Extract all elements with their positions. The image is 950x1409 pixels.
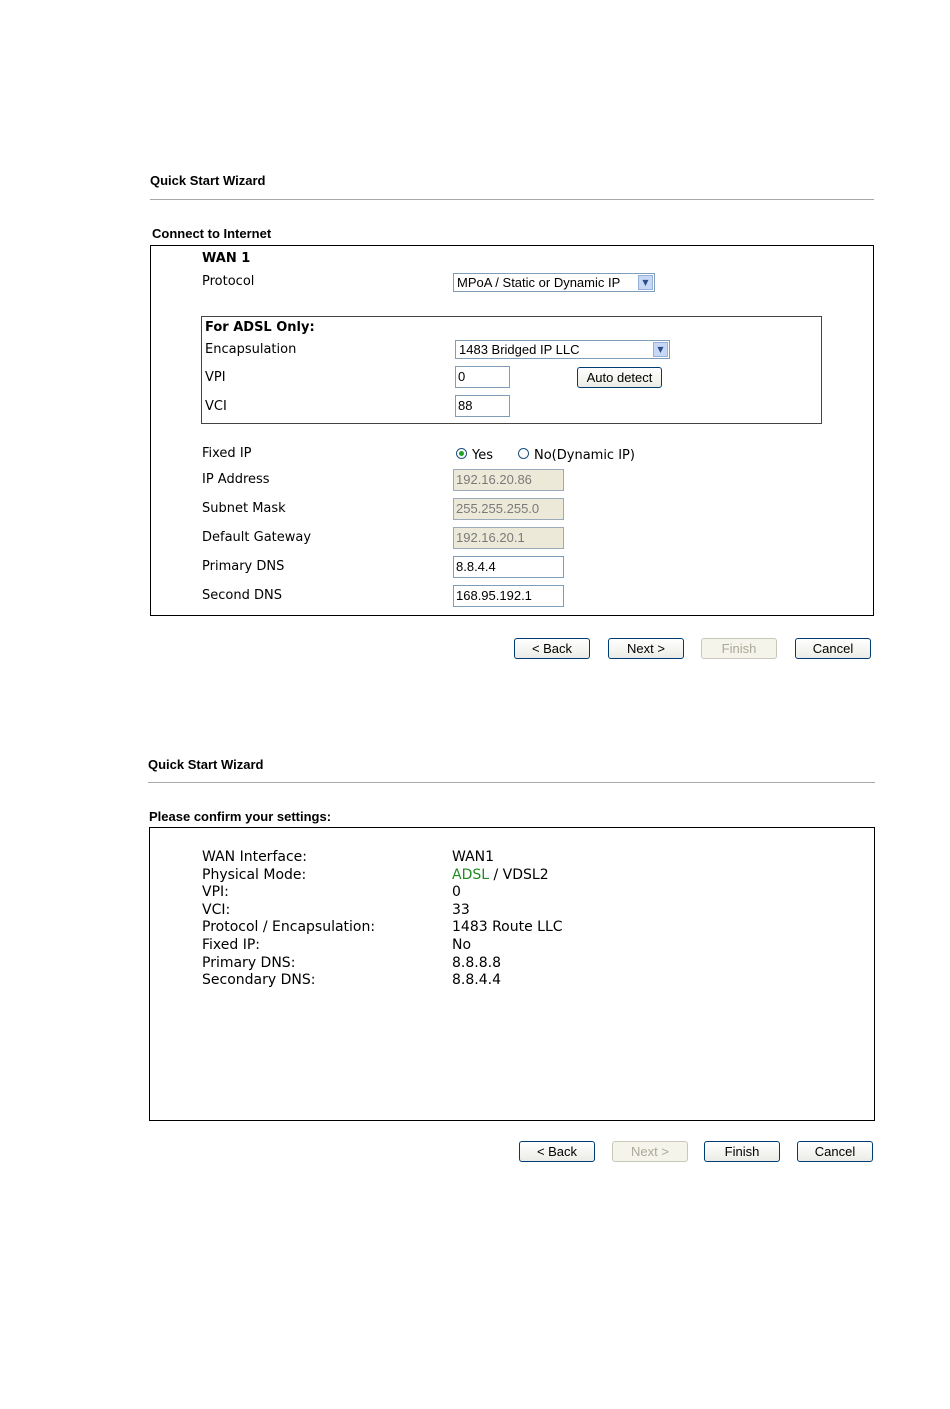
cancel-button[interactable]: Cancel: [795, 638, 871, 659]
fixed-ip-no-radio[interactable]: [518, 448, 529, 459]
secondary-dns-value: 8.8.4.4: [452, 972, 501, 989]
auto-detect-button[interactable]: Auto detect: [577, 367, 662, 388]
vci-value: 33: [452, 901, 470, 918]
section-title: Connect to Internet: [152, 226, 272, 241]
wizard-header: Quick Start Wizard: [150, 173, 266, 188]
secondary-dns-label: Secondary DNS:: [202, 972, 316, 989]
finish-button[interactable]: Finish: [701, 638, 777, 659]
subnet-mask-input[interactable]: 255.255.255.0: [453, 498, 564, 520]
physical-mode-highlight: ADSL: [452, 866, 490, 883]
protocol-label: Protocol: [202, 274, 255, 289]
chevron-down-icon[interactable]: ▼: [653, 342, 668, 357]
wan-label: WAN 1: [202, 251, 251, 266]
fixed-ip-yes-label: Yes: [472, 448, 493, 463]
next-button[interactable]: Next >: [612, 1141, 688, 1162]
back-button[interactable]: < Back: [519, 1141, 595, 1162]
vci-label: VCI: [205, 399, 227, 414]
vpi-label: VPI: [205, 370, 226, 385]
primary-dns-value: 8.8.8.8: [452, 954, 501, 971]
physical-mode-label: Physical Mode:: [202, 866, 307, 883]
ip-address-label: IP Address: [202, 472, 270, 487]
fixed-ip-label: Fixed IP:: [202, 936, 261, 953]
encapsulation-select-value: 1483 Bridged IP LLC: [459, 342, 580, 357]
adsl-group-title: For ADSL Only:: [205, 320, 315, 335]
protocol-encapsulation-value: 1483 Route LLC: [452, 919, 563, 936]
vci-label: VCI:: [202, 901, 231, 918]
settings-labels: WAN Interface: Physical Mode: VPI: VCI: …: [202, 849, 375, 990]
wizard-header: Quick Start Wizard: [148, 757, 264, 772]
second-dns-input[interactable]: 168.95.192.1: [453, 585, 564, 607]
physical-mode-value: ADSL / VDSL2: [452, 867, 563, 885]
fixed-ip-value: No: [452, 936, 472, 953]
vci-input[interactable]: 88: [455, 395, 510, 417]
fixed-ip-label: Fixed IP: [202, 446, 252, 461]
subnet-mask-label: Subnet Mask: [202, 501, 286, 516]
second-dns-label: Second DNS: [202, 588, 282, 603]
ip-address-input[interactable]: 192.16.20.86: [453, 469, 564, 491]
vpi-value: 0: [452, 884, 461, 901]
default-gateway-input[interactable]: 192.16.20.1: [453, 527, 564, 549]
header-divider: [150, 199, 874, 200]
fixed-ip-no-label: No(Dynamic IP): [534, 448, 635, 463]
protocol-encapsulation-label: Protocol / Encapsulation:: [202, 919, 376, 936]
wan-interface-value: WAN1: [452, 849, 495, 865]
physical-mode-rest: / VDSL2: [489, 866, 549, 883]
back-button[interactable]: < Back: [514, 638, 590, 659]
finish-button[interactable]: Finish: [704, 1141, 780, 1162]
encapsulation-select[interactable]: 1483 Bridged IP LLC ▼: [455, 340, 670, 359]
settings-values: WAN1 ADSL / VDSL2 0 33 1483 Route LLC No…: [452, 849, 563, 990]
next-button[interactable]: Next >: [608, 638, 684, 659]
primary-dns-label: Primary DNS:: [202, 954, 296, 971]
wan-interface-label: WAN Interface:: [202, 849, 307, 865]
vpi-label: VPI:: [202, 884, 229, 901]
cancel-button[interactable]: Cancel: [797, 1141, 873, 1162]
protocol-select-value: MPoA / Static or Dynamic IP: [457, 275, 621, 290]
vpi-input[interactable]: 0: [455, 366, 510, 388]
protocol-select[interactable]: MPoA / Static or Dynamic IP ▼: [453, 273, 655, 292]
header-divider: [148, 782, 875, 783]
chevron-down-icon[interactable]: ▼: [638, 275, 653, 290]
primary-dns-label: Primary DNS: [202, 559, 285, 574]
default-gateway-label: Default Gateway: [202, 530, 312, 545]
primary-dns-input[interactable]: 8.8.4.4: [453, 556, 564, 578]
fixed-ip-yes-radio[interactable]: [456, 448, 467, 459]
section-title: Please confirm your settings:: [149, 809, 332, 824]
encapsulation-label: Encapsulation: [205, 342, 297, 357]
